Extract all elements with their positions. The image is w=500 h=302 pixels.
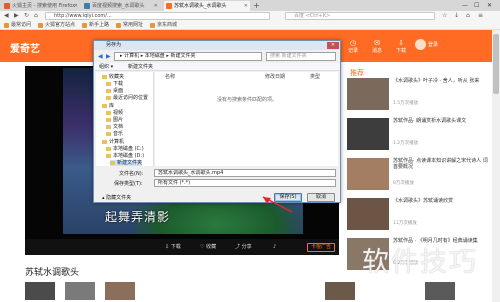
watermark-text: 软件技巧 (362, 247, 478, 278)
